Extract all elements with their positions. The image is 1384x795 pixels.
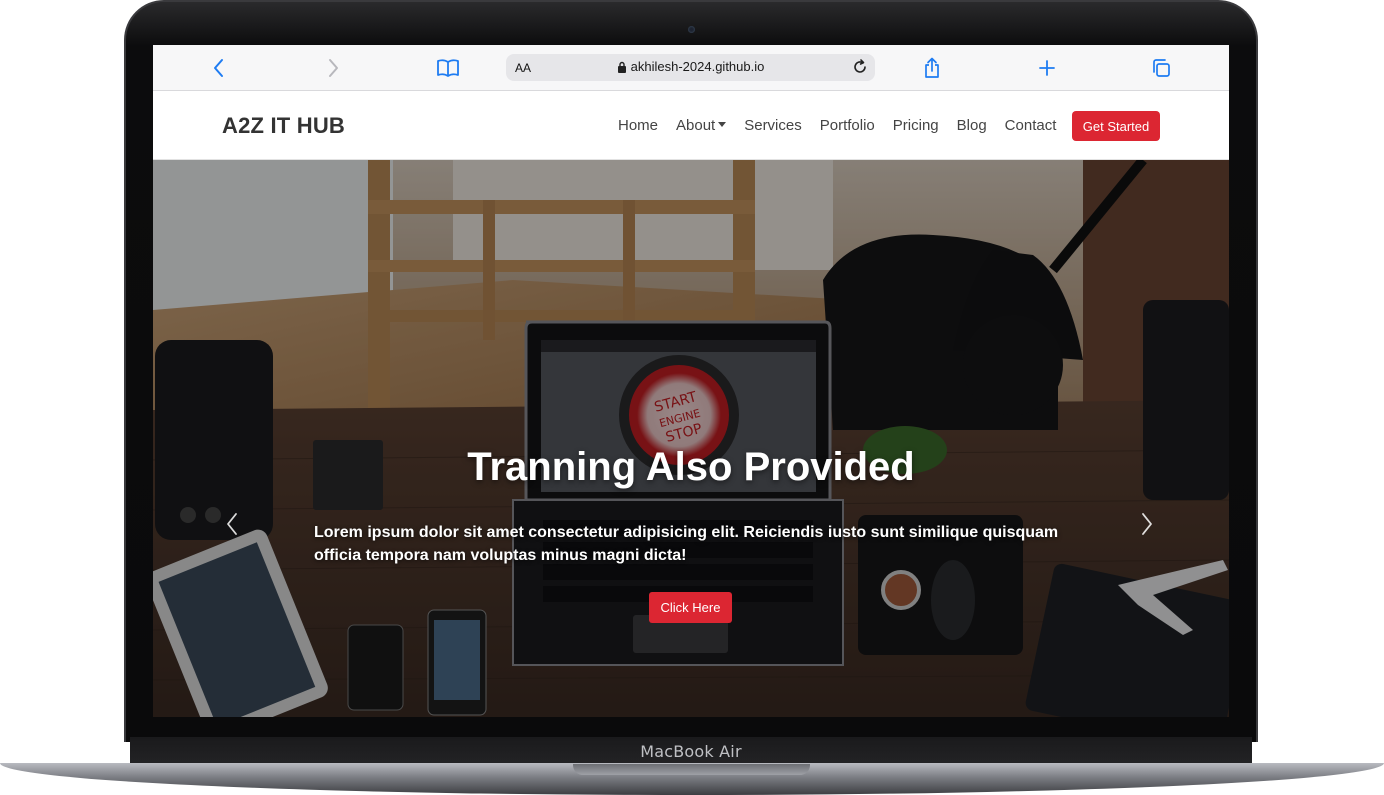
chevron-left-icon xyxy=(227,513,237,535)
hero-carousel: START ENGINE STOP Tranning Also Provided… xyxy=(153,160,1229,717)
laptop-chin: MacBook Air xyxy=(130,737,1252,765)
nav-about[interactable]: About xyxy=(676,117,727,134)
nav-portfolio[interactable]: Portfolio xyxy=(820,117,875,134)
caret-down-icon xyxy=(718,122,727,127)
get-started-button[interactable]: Get Started xyxy=(1072,111,1160,141)
new-tab-button[interactable] xyxy=(1034,55,1060,81)
laptop-screen: AA akhilesh-2024.github.io A2Z IT HUB Ho… xyxy=(153,45,1229,717)
address-bar[interactable]: AA akhilesh-2024.github.io xyxy=(506,54,875,81)
share-button[interactable] xyxy=(919,55,945,81)
tabs-icon xyxy=(1153,59,1170,77)
webcam-icon xyxy=(688,26,695,33)
carousel-prev-button[interactable] xyxy=(221,510,243,538)
chevron-right-icon xyxy=(329,59,338,77)
hero-description: Lorem ipsum dolor sit amet consectetur a… xyxy=(314,524,1059,564)
device-label: MacBook Air xyxy=(640,741,742,761)
nav-pricing[interactable]: Pricing xyxy=(893,117,939,134)
chevron-left-icon xyxy=(214,59,223,77)
bookmarks-button[interactable] xyxy=(435,55,461,81)
nav-menu: Home About Services Portfolio Pricing Bl… xyxy=(618,117,1074,134)
browser-toolbar: AA akhilesh-2024.github.io xyxy=(153,45,1229,91)
hero-title: Tranning Also Provided xyxy=(467,445,915,489)
chevron-right-icon xyxy=(1142,513,1152,535)
url-text: akhilesh-2024.github.io xyxy=(630,59,765,74)
hero-background-image: START ENGINE STOP xyxy=(153,160,1229,717)
forward-button[interactable] xyxy=(320,55,346,81)
site-navbar: A2Z IT HUB Home About Services Portfolio… xyxy=(153,91,1229,160)
book-icon xyxy=(437,59,459,77)
laptop-notch xyxy=(573,764,810,775)
nav-services[interactable]: Services xyxy=(744,117,802,134)
tabs-button[interactable] xyxy=(1148,55,1174,81)
plus-icon xyxy=(1039,60,1055,76)
nav-home[interactable]: Home xyxy=(618,117,658,134)
site-logo[interactable]: A2Z IT HUB xyxy=(222,113,345,139)
reload-icon[interactable] xyxy=(851,58,869,76)
share-icon xyxy=(925,57,939,78)
nav-contact[interactable]: Contact xyxy=(1005,117,1057,134)
lock-icon xyxy=(617,61,626,73)
back-button[interactable] xyxy=(206,55,232,81)
nav-blog[interactable]: Blog xyxy=(957,117,987,134)
nav-about-label: About xyxy=(676,117,716,134)
carousel-next-button[interactable] xyxy=(1136,510,1158,538)
click-here-button[interactable]: Click Here xyxy=(649,592,732,623)
